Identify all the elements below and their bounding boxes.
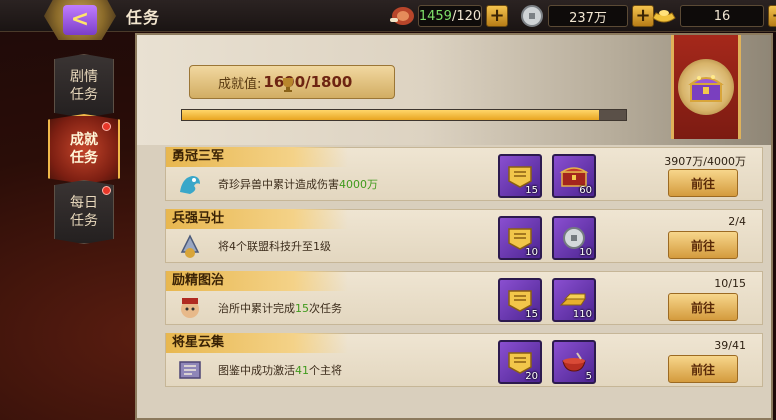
task-description: 奇珍异兽中累计造成伤害4000万 [218,178,378,191]
tab-label: 任务 [70,87,98,103]
achievement-panel: 成就值: 1690/1800 勇冠三军 奇珍异兽中累计造成伤害4000万 15 … [135,33,773,420]
scroll-book-icon [179,361,201,379]
back-button[interactable]: < [44,0,116,40]
treasure-chest-icon [688,75,724,102]
silver-value: 237万 [548,5,628,27]
reward-quantity: 20 [525,371,538,382]
achievement-value: 1690/1800 [263,73,353,91]
reward-item[interactable]: 15 [498,154,542,198]
reward-quantity: 60 [579,185,592,196]
task-description: 图鉴中成功激活41个主将 [218,364,342,377]
reward-quantity: 15 [525,185,538,196]
reward-quantity: 10 [579,247,592,258]
meat-icon [390,7,414,25]
page-title: 任务 [126,8,161,27]
achievement-label: 成就值: [218,76,262,92]
reward-item[interactable]: 5 [552,340,596,384]
reward-item[interactable]: 10 [552,216,596,260]
notification-badge [102,122,111,131]
task-progress: 3907万/4000万 [664,155,746,168]
task-row: 兵强马壮 将4个联盟科技升至1级 10 10 2/4 前往 [165,209,763,263]
reward-item[interactable]: 10 [498,216,542,260]
back-arrow-icon: < [63,5,97,35]
gold-value: 16 [680,5,764,27]
stamina-value: 1459/120 [418,5,482,27]
silver-coin-icon [521,5,543,27]
silver-resource: 237万 + [518,4,654,28]
gold-ingot-icon [652,10,676,23]
tab-label: 任务 [70,150,98,166]
trophy-icon [283,78,293,92]
official-icon [181,298,199,318]
reward-item[interactable]: 15 [498,278,542,322]
reward-item[interactable]: 60 [552,154,596,198]
go-button[interactable]: 前往 [668,293,738,321]
task-row: 励精图治 治所中累计完成15次任务 15 110 10/15 前往 [165,271,763,325]
go-button[interactable]: 前往 [668,231,738,259]
task-category-tabs: 剧情 任务 成就 任务 每日 任务 [44,40,124,420]
reward-item[interactable]: 110 [552,278,596,322]
add-gold-button[interactable]: + [768,5,776,27]
task-description: 治所中累计完成15次任务 [218,302,342,315]
task-title: 兵强马壮 [166,209,348,229]
alliance-tech-icon [180,234,200,258]
achievement-progress-bar [181,109,627,121]
task-row: 勇冠三军 奇珍异兽中累计造成伤害4000万 15 60 3907万/4000万 … [165,147,763,201]
task-title: 勇冠三军 [166,147,348,167]
tab-label: 每日 [70,195,98,211]
reward-quantity: 10 [525,247,538,258]
gold-resource: 16 + [650,4,776,28]
stamina-resource: 1459/120 + [388,4,508,28]
reward-quantity: 5 [585,371,592,382]
top-bar: 任务 1459/120 + 237万 + 16 + [0,0,776,32]
task-progress: 2/4 [728,215,746,228]
achievement-progress-fill [182,110,599,120]
go-button[interactable]: 前往 [668,355,738,383]
reward-quantity: 110 [572,309,592,320]
task-row: 将星云集 图鉴中成功激活41个主将 20 5 39/41 前往 [165,333,763,387]
task-title: 励精图治 [166,271,348,291]
task-title: 将星云集 [166,333,348,353]
tab-label: 剧情 [70,69,98,85]
reward-item[interactable]: 20 [498,340,542,384]
beast-icon [180,176,200,194]
tab-label: 成就 [70,132,98,148]
reward-quantity: 15 [525,309,538,320]
tab-story-tasks[interactable]: 剧情 任务 [54,54,114,118]
task-progress: 10/15 [714,277,746,290]
add-stamina-button[interactable]: + [486,5,508,27]
go-button[interactable]: 前往 [668,169,738,197]
achievement-reward-banner[interactable] [671,35,741,139]
task-progress: 39/41 [714,339,746,352]
tab-label: 任务 [70,213,98,229]
task-description: 将4个联盟科技升至1级 [218,240,331,253]
notification-badge [102,186,111,195]
red-bowl-icon [562,352,586,372]
